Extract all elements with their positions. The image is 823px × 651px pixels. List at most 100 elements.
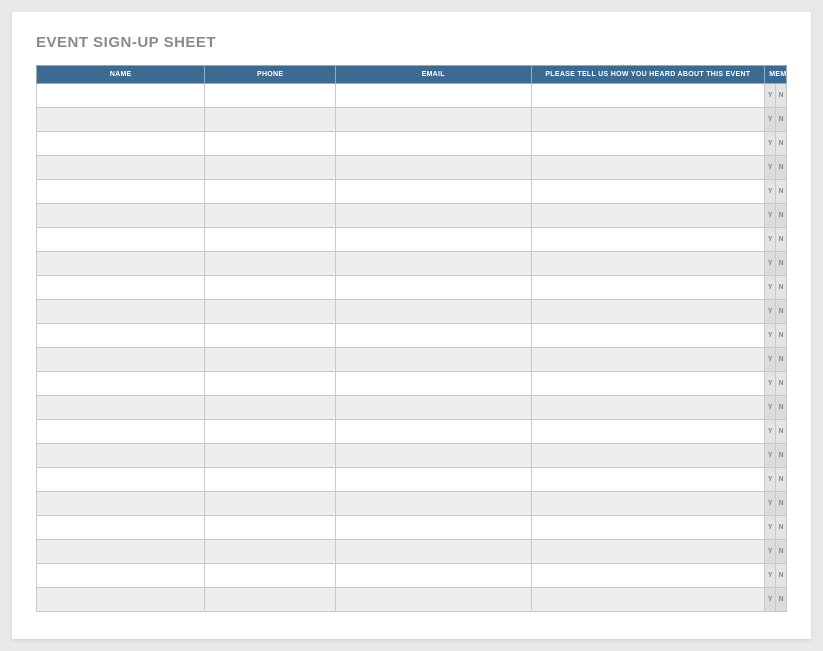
cell-member-no[interactable]: N [776, 444, 787, 468]
cell-email[interactable] [335, 516, 531, 540]
cell-email[interactable] [335, 396, 531, 420]
cell-email[interactable] [335, 444, 531, 468]
cell-email[interactable] [335, 324, 531, 348]
cell-member-yes[interactable]: Y [765, 516, 776, 540]
cell-name[interactable] [37, 132, 205, 156]
cell-member-yes[interactable]: Y [765, 324, 776, 348]
cell-email[interactable] [335, 156, 531, 180]
cell-member-yes[interactable]: Y [765, 132, 776, 156]
cell-heard[interactable] [531, 348, 765, 372]
cell-name[interactable] [37, 84, 205, 108]
cell-name[interactable] [37, 420, 205, 444]
cell-name[interactable] [37, 324, 205, 348]
cell-heard[interactable] [531, 540, 765, 564]
cell-heard[interactable] [531, 420, 765, 444]
cell-phone[interactable] [205, 468, 335, 492]
cell-name[interactable] [37, 396, 205, 420]
cell-phone[interactable] [205, 492, 335, 516]
cell-member-no[interactable]: N [776, 300, 787, 324]
cell-phone[interactable] [205, 108, 335, 132]
cell-name[interactable] [37, 348, 205, 372]
cell-phone[interactable] [205, 372, 335, 396]
cell-member-yes[interactable]: Y [765, 84, 776, 108]
cell-heard[interactable] [531, 372, 765, 396]
cell-phone[interactable] [205, 132, 335, 156]
cell-email[interactable] [335, 84, 531, 108]
cell-phone[interactable] [205, 300, 335, 324]
cell-heard[interactable] [531, 516, 765, 540]
cell-member-no[interactable]: N [776, 420, 787, 444]
cell-member-no[interactable]: N [776, 540, 787, 564]
cell-member-yes[interactable]: Y [765, 276, 776, 300]
cell-email[interactable] [335, 492, 531, 516]
cell-member-yes[interactable]: Y [765, 444, 776, 468]
cell-name[interactable] [37, 468, 205, 492]
cell-phone[interactable] [205, 396, 335, 420]
cell-phone[interactable] [205, 252, 335, 276]
cell-member-no[interactable]: N [776, 564, 787, 588]
cell-member-yes[interactable]: Y [765, 228, 776, 252]
cell-heard[interactable] [531, 252, 765, 276]
cell-email[interactable] [335, 228, 531, 252]
cell-email[interactable] [335, 132, 531, 156]
cell-phone[interactable] [205, 204, 335, 228]
cell-name[interactable] [37, 276, 205, 300]
cell-member-yes[interactable]: Y [765, 204, 776, 228]
cell-email[interactable] [335, 204, 531, 228]
cell-name[interactable] [37, 444, 205, 468]
cell-member-no[interactable]: N [776, 324, 787, 348]
cell-member-no[interactable]: N [776, 204, 787, 228]
cell-member-yes[interactable]: Y [765, 396, 776, 420]
cell-member-yes[interactable]: Y [765, 156, 776, 180]
cell-email[interactable] [335, 588, 531, 612]
cell-phone[interactable] [205, 348, 335, 372]
cell-member-no[interactable]: N [776, 492, 787, 516]
cell-member-no[interactable]: N [776, 276, 787, 300]
cell-email[interactable] [335, 420, 531, 444]
cell-name[interactable] [37, 516, 205, 540]
cell-member-no[interactable]: N [776, 468, 787, 492]
cell-phone[interactable] [205, 516, 335, 540]
cell-phone[interactable] [205, 156, 335, 180]
cell-name[interactable] [37, 228, 205, 252]
cell-phone[interactable] [205, 228, 335, 252]
cell-heard[interactable] [531, 84, 765, 108]
cell-name[interactable] [37, 180, 205, 204]
cell-heard[interactable] [531, 564, 765, 588]
cell-member-no[interactable]: N [776, 180, 787, 204]
cell-member-no[interactable]: N [776, 108, 787, 132]
cell-email[interactable] [335, 468, 531, 492]
cell-phone[interactable] [205, 588, 335, 612]
cell-phone[interactable] [205, 84, 335, 108]
cell-heard[interactable] [531, 444, 765, 468]
cell-member-no[interactable]: N [776, 252, 787, 276]
cell-email[interactable] [335, 372, 531, 396]
cell-member-no[interactable]: N [776, 156, 787, 180]
cell-email[interactable] [335, 540, 531, 564]
cell-heard[interactable] [531, 300, 765, 324]
cell-name[interactable] [37, 588, 205, 612]
cell-member-no[interactable]: N [776, 348, 787, 372]
cell-email[interactable] [335, 348, 531, 372]
cell-member-yes[interactable]: Y [765, 348, 776, 372]
cell-member-no[interactable]: N [776, 588, 787, 612]
cell-name[interactable] [37, 108, 205, 132]
cell-member-yes[interactable]: Y [765, 252, 776, 276]
cell-member-yes[interactable]: Y [765, 540, 776, 564]
cell-member-yes[interactable]: Y [765, 108, 776, 132]
cell-heard[interactable] [531, 204, 765, 228]
cell-member-no[interactable]: N [776, 228, 787, 252]
cell-phone[interactable] [205, 420, 335, 444]
cell-heard[interactable] [531, 492, 765, 516]
cell-heard[interactable] [531, 180, 765, 204]
cell-phone[interactable] [205, 564, 335, 588]
cell-name[interactable] [37, 564, 205, 588]
cell-member-yes[interactable]: Y [765, 564, 776, 588]
cell-phone[interactable] [205, 180, 335, 204]
cell-member-yes[interactable]: Y [765, 492, 776, 516]
cell-heard[interactable] [531, 108, 765, 132]
cell-member-yes[interactable]: Y [765, 300, 776, 324]
cell-member-no[interactable]: N [776, 84, 787, 108]
cell-email[interactable] [335, 108, 531, 132]
cell-name[interactable] [37, 372, 205, 396]
